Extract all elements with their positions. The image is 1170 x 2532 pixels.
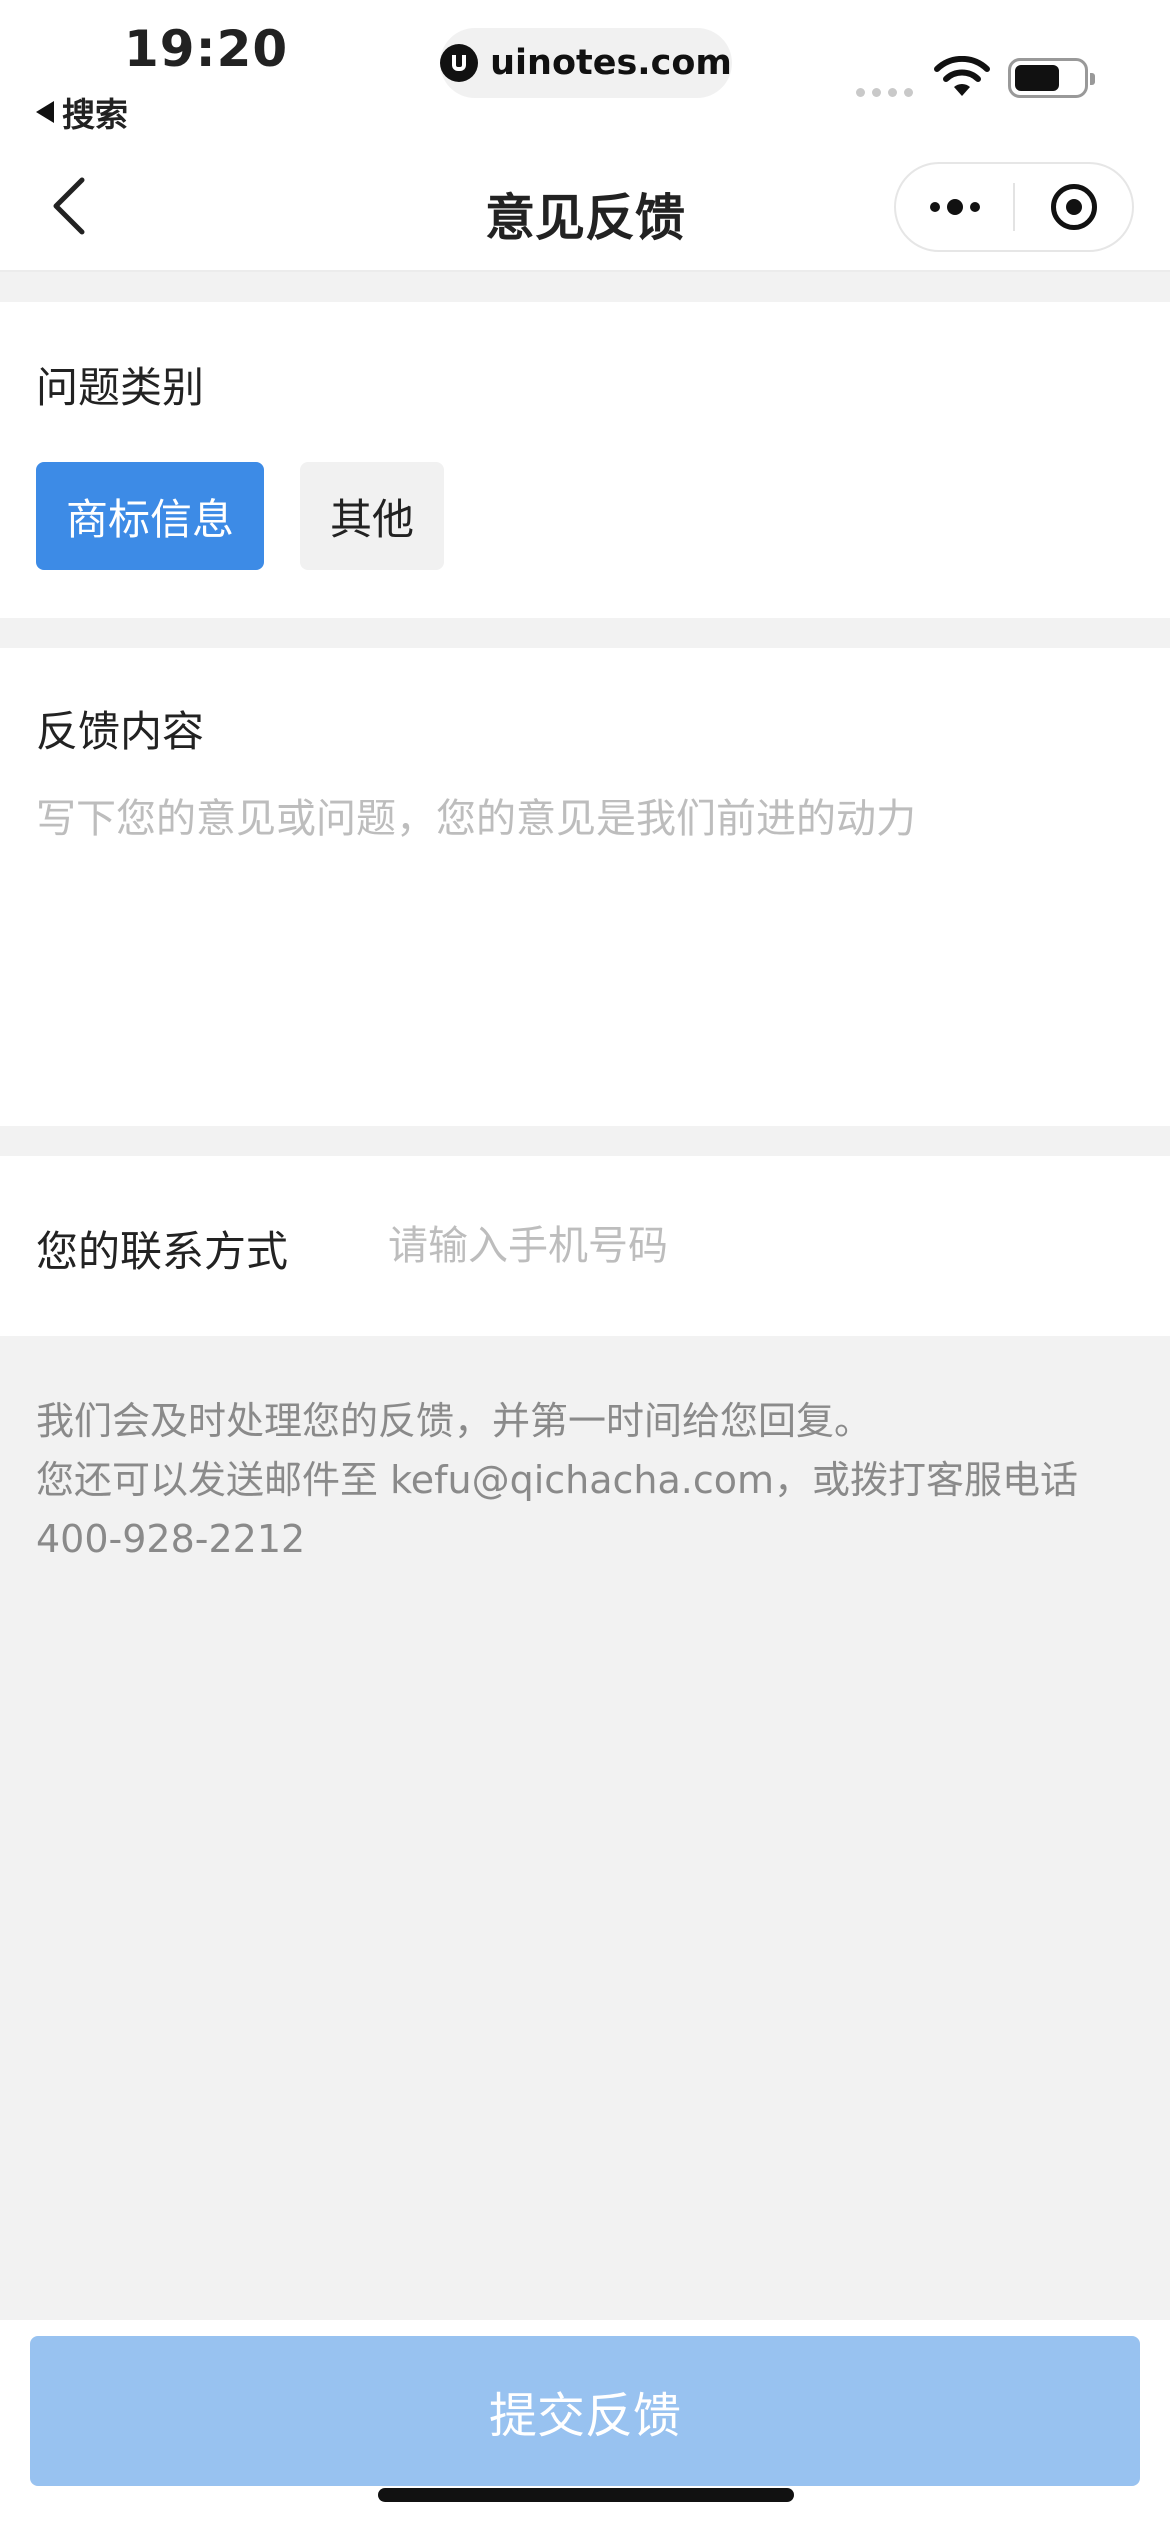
url-text: uinotes.com [490, 43, 732, 83]
nav-bar: 意见反馈 [0, 140, 1170, 272]
screen: 19:20 搜索 uinotes.com 意见反馈 问题类别 商标信息 其他 反… [0, 0, 1170, 2532]
back-to-app-link[interactable]: 搜索 [36, 88, 128, 136]
status-time: 19:20 [124, 20, 289, 78]
category-section: 问题类别 商标信息 其他 [0, 302, 1170, 618]
back-triangle-icon [36, 101, 54, 123]
site-logo-icon [440, 44, 479, 82]
submit-feedback-button[interactable]: 提交反馈 [30, 2336, 1140, 2486]
feedback-content-section: 反馈内容 [0, 648, 1170, 1126]
note-line-1: 我们会及时处理您的反馈，并第一时间给您回复。 [36, 1399, 873, 1443]
more-dots-icon [929, 199, 980, 215]
contact-note: 我们会及时处理您的反馈，并第一时间给您回复。 您还可以发送邮件至 kefu@qi… [36, 1392, 1136, 1569]
note-line-2: 您还可以发送邮件至 kefu@qichacha.com，或拨打客服电话 [36, 1458, 1079, 1502]
category-options: 商标信息 其他 [36, 462, 444, 570]
note-line-3: 400-928-2212 [36, 1517, 306, 1561]
contact-section: 您的联系方式 [0, 1156, 1170, 1336]
more-button[interactable] [896, 164, 1013, 250]
wifi-icon [934, 56, 990, 96]
phone-input[interactable] [388, 1208, 1128, 1284]
contact-label: 您的联系方式 [36, 1227, 289, 1276]
category-label: 问题类别 [36, 363, 205, 412]
status-bar: 19:20 搜索 uinotes.com [0, 0, 1170, 140]
target-icon [1050, 184, 1097, 230]
home-indicator [378, 2488, 794, 2502]
close-button[interactable] [1015, 164, 1132, 250]
feedback-content-label: 反馈内容 [36, 707, 205, 756]
battery-icon [1008, 58, 1095, 98]
category-option-trademark[interactable]: 商标信息 [36, 462, 264, 570]
url-pill[interactable]: uinotes.com [440, 28, 732, 98]
cellular-signal-icon [856, 88, 913, 97]
feedback-textarea[interactable] [36, 786, 1134, 1086]
category-option-other[interactable]: 其他 [300, 462, 444, 570]
back-to-app-label: 搜索 [62, 95, 128, 134]
mini-program-capsule [894, 162, 1134, 252]
